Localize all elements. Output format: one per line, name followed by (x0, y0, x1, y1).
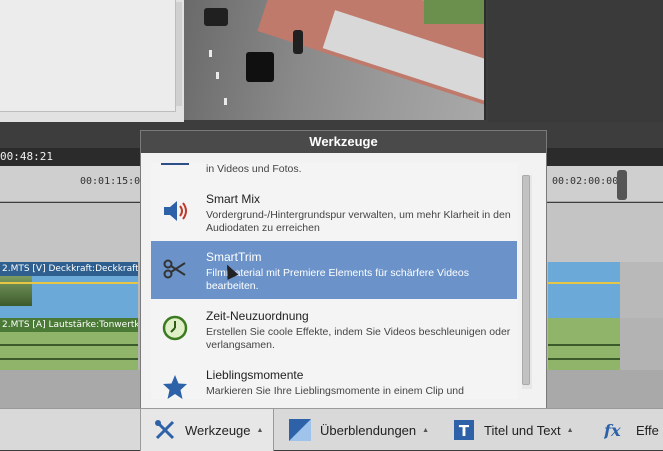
tools-popup: Werkzeuge in Videos und Fotos. Smart Mix… (140, 130, 547, 409)
tool-item-desc: Markieren Sie Ihre Lieblingsmomente in e… (206, 385, 464, 397)
tool-item-smarttrim[interactable]: SmartTrim Filmmaterial mit Premiere Elem… (151, 241, 517, 299)
bottom-toolbar: Werkzeuge ▲ Überblendungen ▲ T Titel und… (0, 408, 663, 451)
project-panel (0, 0, 184, 122)
audio-waveform (548, 344, 620, 346)
svg-text:T: T (459, 422, 470, 440)
audio-clip[interactable]: 2.MTS [A] Lautstärke:Tonwertk (0, 318, 138, 370)
tool-item-title: Zeit-Neuzuordnung (206, 309, 309, 323)
video-clip-label: 2.MTS [V] Deckkraft:Deckkraft (0, 262, 138, 276)
lane-mark (216, 72, 219, 79)
ruler-tick: 00:02:00:00 (552, 176, 619, 187)
partial-item-text: in Videos und Fotos. (206, 163, 302, 175)
titel-und-text-button[interactable]: T Titel und Text ▲ (452, 409, 574, 451)
chevron-up-icon: ▲ (256, 426, 264, 434)
audio-clip[interactable] (548, 318, 620, 370)
transitions-icon (288, 418, 312, 442)
audio-clip-label: 2.MTS [A] Lautstärke:Tonwertk (0, 318, 138, 332)
audio-waveform (0, 344, 138, 346)
opacity-line[interactable] (548, 282, 620, 284)
tools-icon (153, 418, 177, 442)
scissors-icon (161, 255, 189, 283)
effekte-label: Effe (636, 422, 659, 438)
tool-item-title: SmartTrim (206, 250, 262, 264)
chevron-up-icon: ▲ (422, 426, 430, 434)
title-text-icon: T (452, 418, 476, 442)
audio-waveform (0, 358, 138, 360)
tool-item-smart-mix[interactable]: Smart Mix Vordergrund-/Hintergrundspur v… (151, 183, 517, 241)
fx-icon: fx (604, 418, 628, 442)
clip-thumbnail (0, 276, 32, 306)
preview-grass (424, 0, 484, 24)
tools-list: in Videos und Fotos. Smart Mix Vordergru… (151, 163, 518, 399)
werkzeuge-label: Werkzeuge (185, 422, 251, 438)
titel-und-text-label: Titel und Text (484, 422, 561, 438)
chevron-up-icon: ▲ (566, 426, 574, 434)
ruler-tick: 00:01:15:00 (80, 176, 147, 187)
project-panel-content (0, 0, 176, 112)
tool-item-desc: Filmmaterial mit Premiere Elements für s… (206, 267, 469, 292)
playhead-handle[interactable] (617, 170, 627, 200)
werkzeuge-button[interactable]: Werkzeuge ▲ (140, 409, 274, 451)
current-timecode: 00:48:21 (0, 150, 53, 163)
opacity-line[interactable] (0, 282, 138, 284)
popup-title: Werkzeuge (141, 131, 546, 153)
tool-item-title: Smart Mix (206, 192, 260, 206)
ueberblendungen-button[interactable]: Überblendungen ▲ (288, 409, 429, 451)
lane-mark (209, 50, 212, 57)
svg-text:fx: fx (604, 421, 621, 440)
tool-item-lieblingsmomente[interactable]: Lieblingsmomente Markieren Sie Ihre Lieb… (151, 359, 517, 399)
ueberblendungen-label: Überblendungen (320, 422, 417, 438)
effekte-button[interactable]: fx Effe (604, 409, 659, 451)
partial-item-icon (161, 163, 189, 165)
star-icon (161, 373, 189, 399)
tool-item-desc: Vordergrund-/Hintergrundspur verwalten, … (206, 209, 511, 234)
video-preview (184, 0, 486, 120)
speaker-icon (161, 197, 189, 225)
lane-mark (224, 98, 227, 105)
audio-waveform (548, 358, 620, 360)
clock-icon (161, 314, 189, 342)
project-panel-scrollbar[interactable] (176, 2, 182, 106)
preview-car (204, 8, 228, 26)
tool-item-desc: Erstellen Sie coole Effekte, indem Sie V… (206, 326, 511, 351)
preview-motorbike (293, 30, 303, 54)
preview-car (246, 52, 274, 82)
video-clip[interactable]: 2.MTS [V] Deckkraft:Deckkraft (0, 262, 138, 318)
right-panel (488, 0, 663, 122)
video-clip[interactable] (548, 262, 620, 318)
popup-scrollbar-thumb[interactable] (522, 175, 530, 385)
tool-item-zeit-neuzuordnung[interactable]: Zeit-Neuzuordnung Erstellen Sie coole Ef… (151, 300, 517, 358)
tool-item-title: Lieblingsmomente (206, 368, 304, 382)
